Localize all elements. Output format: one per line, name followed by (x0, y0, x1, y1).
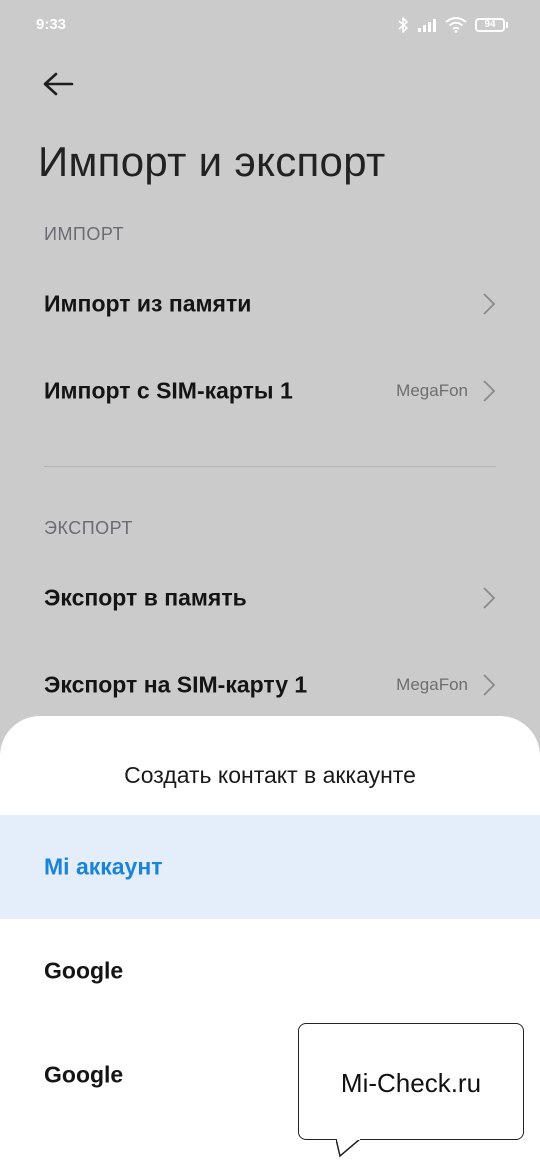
export-section-label: ЭКСПОРТ (44, 518, 133, 538)
import-from-memory-row[interactable]: Импорт из памяти (0, 264, 540, 344)
bluetooth-icon (398, 17, 408, 33)
section-divider (44, 466, 496, 467)
watermark-text: Mi-Check.ru (340, 1068, 482, 1098)
sim-operator: MegaFon (396, 381, 468, 400)
import-from-sim-row[interactable]: Импорт с SIM-карты 1 MegaFon (0, 351, 540, 431)
row-label: Импорт из памяти (44, 290, 252, 317)
back-arrow-icon[interactable] (38, 68, 78, 100)
row-label: Экспорт в память (44, 584, 247, 611)
status-time: 9:33 (36, 16, 67, 33)
chevron-right-icon (483, 587, 496, 609)
signal-icon (418, 19, 436, 32)
status-icons: 94 (397, 14, 508, 36)
option-google-1[interactable]: Google (0, 919, 540, 1023)
option-label: Google (44, 1061, 124, 1088)
wifi-icon (445, 17, 467, 33)
import-section-label: ИМПОРТ (44, 224, 125, 244)
watermark-bubble-tail (336, 1138, 361, 1158)
export-to-sim-row[interactable]: Экспорт на SIM-карту 1 MegaFon (0, 645, 540, 725)
export-to-memory-row[interactable]: Экспорт в память (0, 558, 540, 638)
row-label: Импорт с SIM-карты 1 (44, 377, 293, 404)
watermark-bubble: Mi-Check.ru (298, 1023, 524, 1140)
chevron-right-icon (483, 380, 496, 402)
battery-level: 94 (475, 18, 505, 32)
row-label: Экспорт на SIM-карту 1 (44, 671, 308, 698)
battery-icon: 94 (475, 18, 508, 32)
status-bar: 9:33 94 (0, 0, 540, 52)
option-label: Mi аккаунт (44, 853, 163, 880)
option-label: Google (44, 957, 124, 984)
chevron-right-icon (483, 674, 496, 696)
page-title: Импорт и экспорт (38, 138, 386, 185)
sim-operator: MegaFon (396, 675, 468, 694)
sheet-title: Создать контакт в аккаунте (124, 762, 416, 788)
chevron-right-icon (483, 293, 496, 315)
option-mi-account[interactable]: Mi аккаунт (0, 815, 540, 919)
